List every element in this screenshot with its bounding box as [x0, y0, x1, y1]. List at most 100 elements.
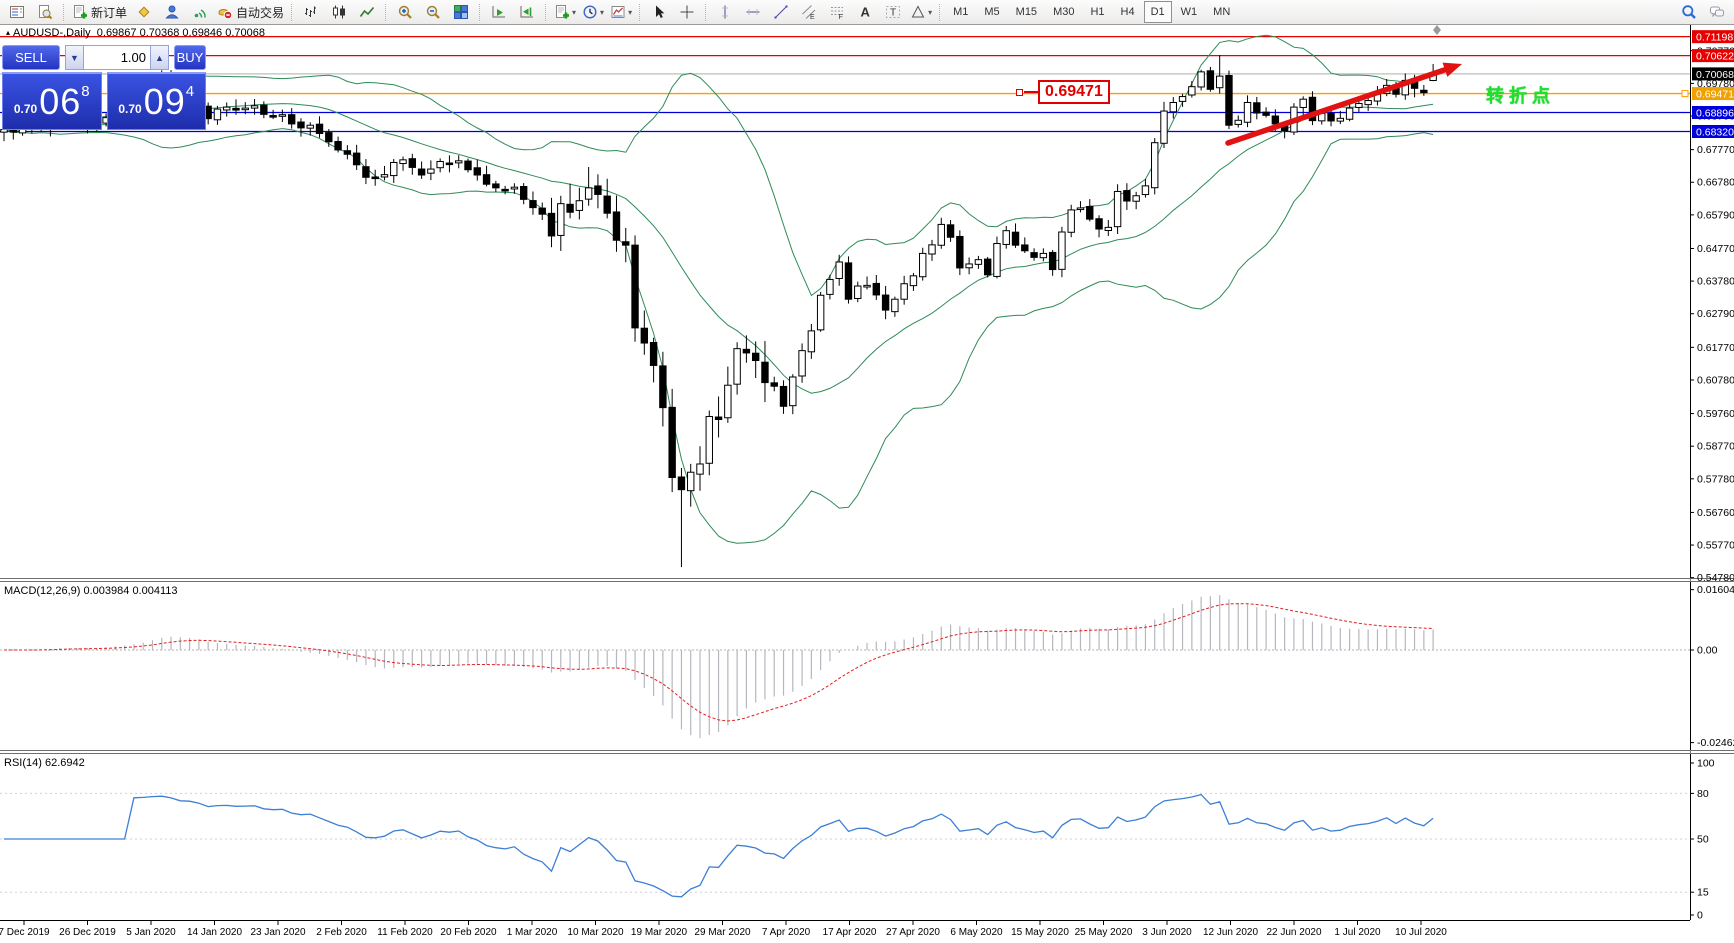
volume-input[interactable]: 1.00	[84, 45, 150, 70]
person-icon	[164, 4, 180, 20]
svg-text:10 Mar 2020: 10 Mar 2020	[567, 927, 624, 938]
toolbar-separator	[63, 4, 65, 21]
search-button[interactable]	[1675, 1, 1703, 24]
tile-windows-button[interactable]	[447, 1, 475, 24]
svg-text:0.54780: 0.54780	[1697, 572, 1734, 584]
annotation-dash	[1024, 91, 1038, 93]
buy-button[interactable]: BUY	[174, 45, 206, 70]
crosshair-button[interactable]	[673, 1, 701, 24]
svg-text:20 Feb 2020: 20 Feb 2020	[440, 927, 497, 938]
fibonacci-button[interactable]: F	[823, 1, 851, 24]
svg-text:0.68320: 0.68320	[1696, 126, 1734, 138]
timeframe-m15[interactable]: M15	[1009, 1, 1044, 23]
templates-button[interactable]: ▾	[607, 1, 635, 24]
auto-scroll-button[interactable]	[485, 1, 513, 24]
svg-text:0.67770: 0.67770	[1697, 144, 1734, 156]
chat-icon	[1709, 4, 1725, 20]
svg-text:0.62790: 0.62790	[1697, 308, 1734, 320]
svg-text:0.63780: 0.63780	[1697, 276, 1734, 288]
toolbar-separator	[385, 4, 387, 21]
vline-icon	[717, 4, 733, 20]
periods-button[interactable]: ▾	[579, 1, 607, 24]
zoom-in-button[interactable]	[391, 1, 419, 24]
cube-icon	[136, 4, 152, 20]
zoom-out-button[interactable]	[419, 1, 447, 24]
svg-text:5 Jan 2020: 5 Jan 2020	[126, 927, 176, 938]
svg-text:23 Jan 2020: 23 Jan 2020	[250, 927, 305, 938]
svg-text:0: 0	[1697, 910, 1703, 922]
expert-advisors-button[interactable]	[130, 1, 158, 24]
volume-decrease-button[interactable]: ▼	[65, 45, 84, 70]
toolbar-separator	[639, 4, 641, 21]
toolbar-separator	[291, 4, 293, 21]
timeframe-m1[interactable]: M1	[946, 1, 975, 23]
data-window-button[interactable]	[31, 1, 59, 24]
svg-text:0.70622: 0.70622	[1696, 51, 1734, 63]
svg-text:1 Mar 2020: 1 Mar 2020	[507, 927, 558, 938]
volume-increase-button[interactable]: ▲	[150, 45, 169, 70]
svg-text:100: 100	[1697, 758, 1715, 770]
new-order-button[interactable]: 新订单	[69, 1, 130, 24]
label-button[interactable]: T	[879, 1, 907, 24]
bar-chart-button[interactable]	[297, 1, 325, 24]
svg-text:25 May 2020: 25 May 2020	[1075, 927, 1133, 938]
trendline-button[interactable]	[767, 1, 795, 24]
channel-button[interactable]: E	[795, 1, 823, 24]
svg-text:80: 80	[1697, 788, 1709, 800]
svg-text:10 Jul 2020: 10 Jul 2020	[1395, 927, 1447, 938]
svg-text:14 Jan 2020: 14 Jan 2020	[187, 927, 242, 938]
community-button[interactable]	[158, 1, 186, 24]
timeframe-w1[interactable]: W1	[1174, 1, 1205, 23]
timeframe-m30[interactable]: M30	[1046, 1, 1081, 23]
timeframe-m5[interactable]: M5	[977, 1, 1006, 23]
text-button[interactable]: A	[851, 1, 879, 24]
line-chart-button[interactable]	[353, 1, 381, 24]
svg-text:F: F	[839, 14, 843, 20]
channel-icon: E	[801, 4, 817, 20]
turning-point-label[interactable]: 转折点	[1486, 82, 1555, 108]
svg-text:2 Feb 2020: 2 Feb 2020	[316, 927, 367, 938]
volume-stepper: ▼ 1.00 ▲	[65, 45, 169, 70]
search-icon	[1681, 4, 1697, 20]
horizontal-line-button[interactable]	[739, 1, 767, 24]
vertical-line-button[interactable]	[711, 1, 739, 24]
svg-text:11 Feb 2020: 11 Feb 2020	[377, 927, 433, 938]
chat-button[interactable]	[1703, 1, 1731, 24]
price-annotation[interactable]: 0.69471	[1038, 80, 1110, 104]
sell-button[interactable]: SELL	[2, 45, 60, 70]
chart-shift-button[interactable]	[513, 1, 541, 24]
timeframe-d1[interactable]: D1	[1144, 1, 1172, 23]
shapes-button[interactable]: ▾	[907, 1, 935, 24]
timeframe-h4[interactable]: H4	[1114, 1, 1142, 23]
list-icon	[9, 4, 25, 20]
svg-text:-0.024625: -0.024625	[1697, 737, 1734, 749]
chart-canvas[interactable]: 0.707700.697800.687900.677700.667800.657…	[0, 0, 1734, 943]
signals-button[interactable]	[186, 1, 214, 24]
svg-text:E: E	[810, 14, 815, 20]
svg-text:6 May 2020: 6 May 2020	[950, 927, 1003, 938]
cursor-button[interactable]	[645, 1, 673, 24]
svg-text:0.58770: 0.58770	[1697, 441, 1734, 453]
annotation-handle[interactable]	[1016, 89, 1023, 96]
svg-text:0.71198: 0.71198	[1696, 32, 1733, 44]
pageplus-icon	[72, 4, 88, 20]
timeframe-mn[interactable]: MN	[1206, 1, 1237, 23]
svg-text:A: A	[861, 5, 871, 20]
buy-price-button[interactable]: 0.70094	[107, 72, 207, 130]
indicators-button[interactable]: ▾	[551, 1, 579, 24]
market-watch-button[interactable]	[3, 1, 31, 24]
svg-text:7 Dec 2019: 7 Dec 2019	[0, 927, 50, 938]
svg-text:27 Apr 2020: 27 Apr 2020	[886, 927, 940, 938]
svg-text:7 Apr 2020: 7 Apr 2020	[762, 927, 811, 938]
sell-price-button[interactable]: 0.70068	[2, 72, 102, 130]
one-click-trading-panel: SELL ▼ 1.00 ▲ BUY 0.70068 0.70094	[2, 45, 206, 130]
svg-text:0.55770: 0.55770	[1697, 540, 1734, 552]
candlestick-chart-button[interactable]	[325, 1, 353, 24]
toolbar-separator	[479, 4, 481, 21]
autotrading-button[interactable]: 自动交易	[214, 1, 287, 24]
signal-icon	[192, 4, 208, 20]
auto-icon	[217, 4, 233, 20]
timeframe-h1[interactable]: H1	[1083, 1, 1111, 23]
svg-text:0.66780: 0.66780	[1697, 177, 1734, 189]
svg-text:3 Jun 2020: 3 Jun 2020	[1142, 927, 1192, 938]
